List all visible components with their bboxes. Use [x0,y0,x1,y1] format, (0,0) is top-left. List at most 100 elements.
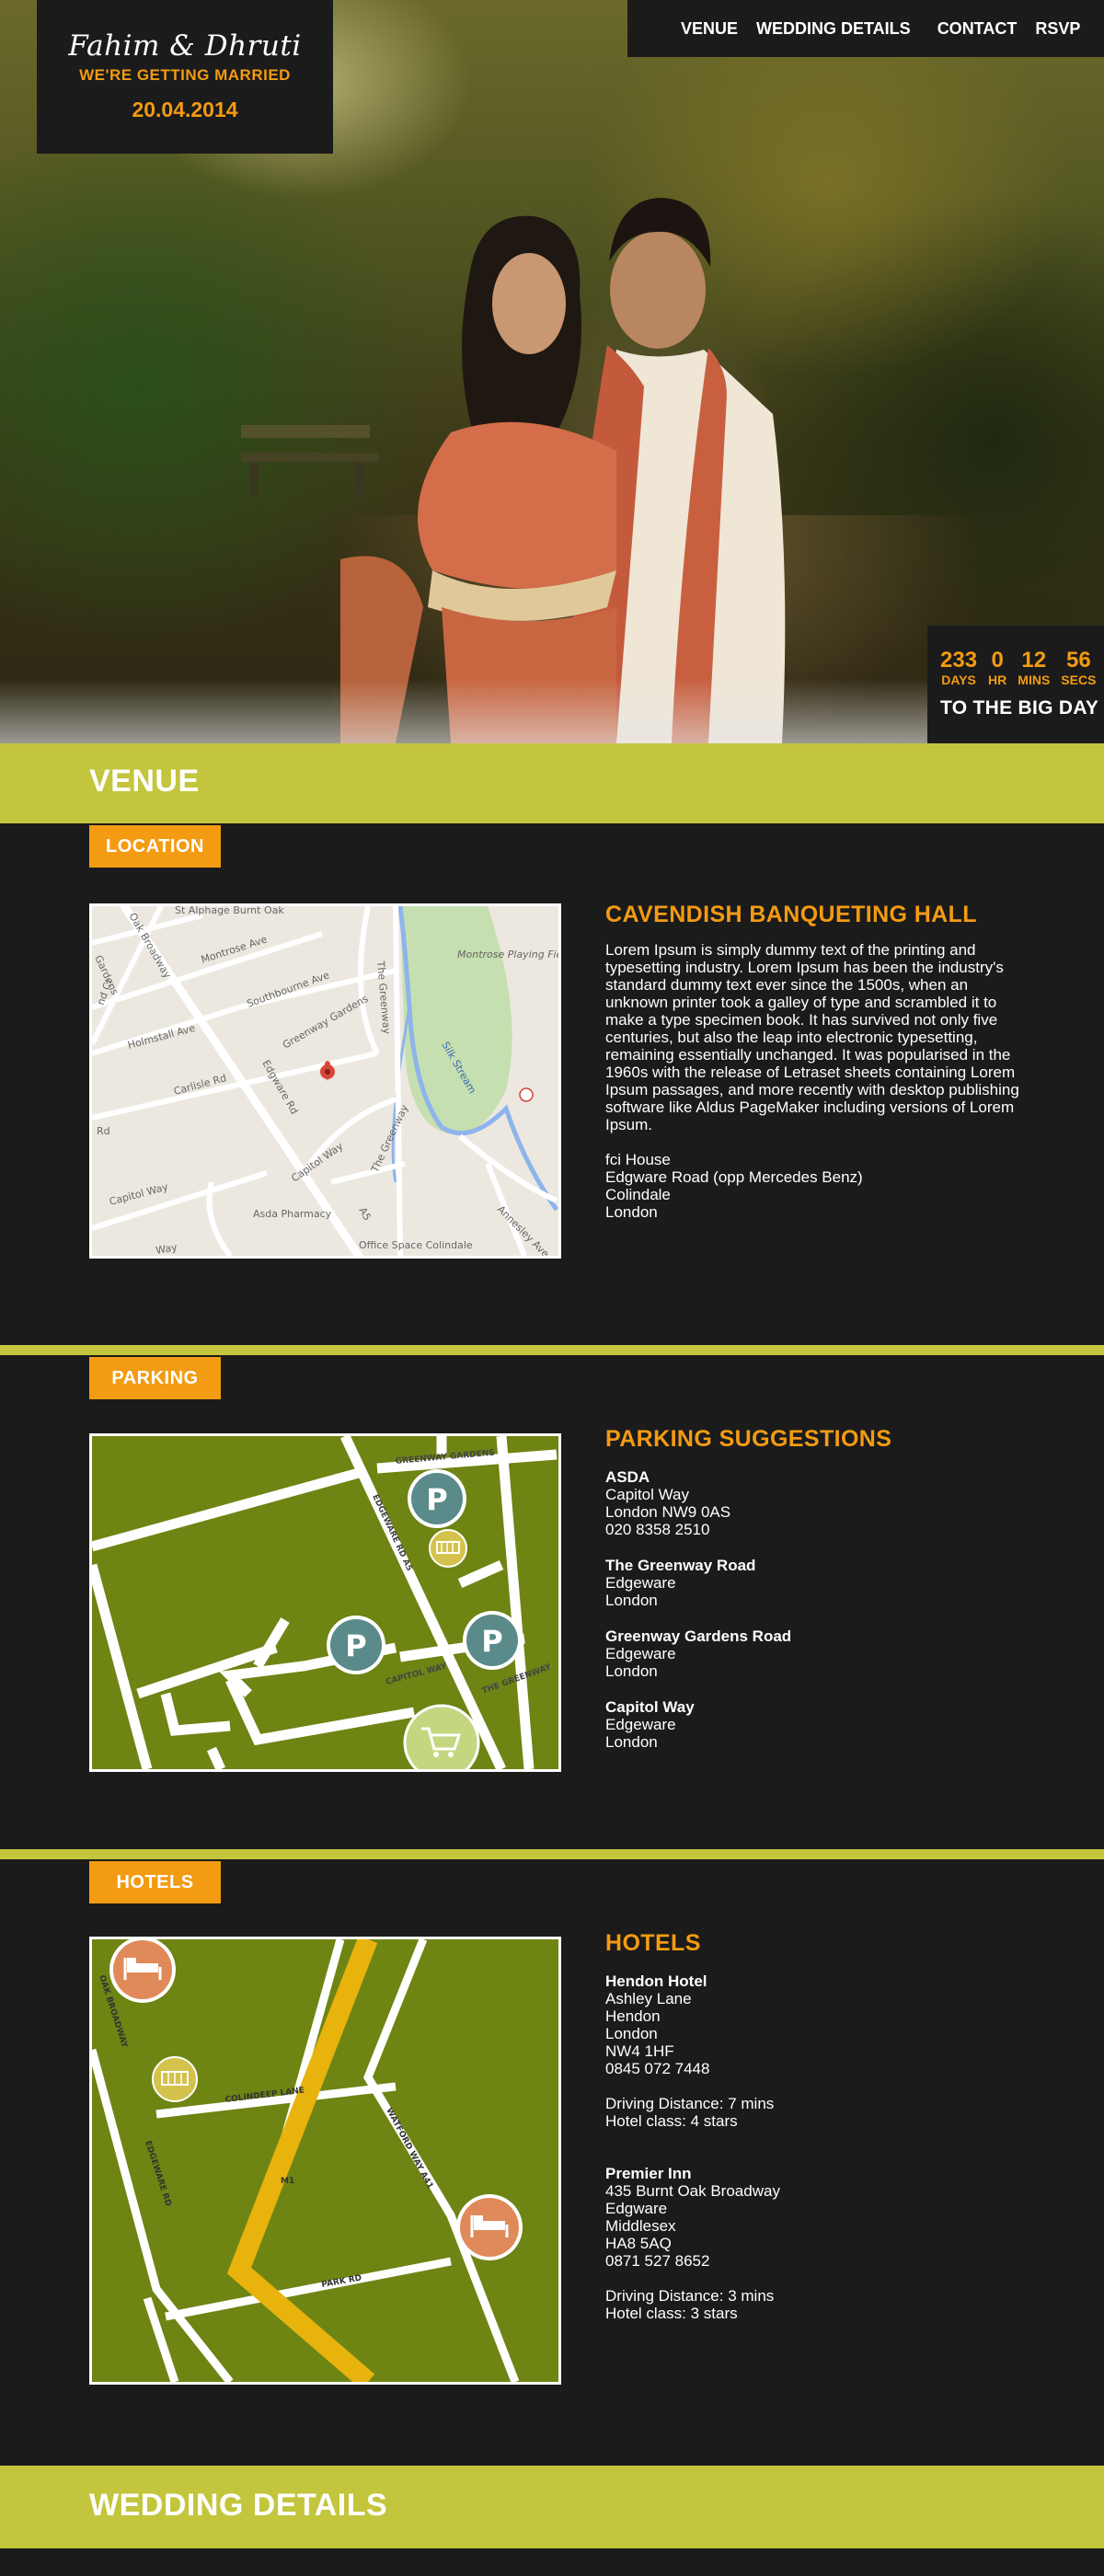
countdown: 233 DAYS 0 HR 12 MINS 56 SECS TO THE BIG… [927,626,1104,743]
location-map[interactable]: St Alphage Burnt Oak Oak Broadway Montro… [89,903,561,1259]
hotel-entry: Premier Inn 435 Burnt Oak Broadway Edgwa… [605,2165,1029,2322]
parking-tab[interactable]: PARKING [89,1357,221,1399]
wedding-date: 20.04.2014 [132,98,238,121]
parking-info: PARKING SUGGESTIONS ASDA Capitol Way Lon… [605,1426,1029,1751]
secs-label: SECS [1061,673,1097,687]
hotel-line: HA8 5AQ [605,2235,672,2252]
venue-description: Lorem Ipsum is simply dummy text of the … [605,941,1019,1133]
parking-entry-line: Capitol Way [605,1486,690,1503]
parking-entry: ASDA Capitol Way London NW9 0AS 020 8358… [605,1468,1029,1538]
hotel-class: Hotel class: 4 stars [605,2112,738,2130]
map-label-montrose-fields: Montrose Playing Fields [457,949,558,960]
parking-entry-line: London [605,1662,658,1680]
map-label-asda-pharmacy: Asda Pharmacy [253,1208,332,1220]
map-label-rd: Rd [97,1125,110,1137]
parking-entry: Greenway Gardens Road Edgeware London [605,1627,1029,1680]
days-value: 233 [940,648,978,673]
hotel-bed-icon[interactable] [456,2194,523,2260]
section-divider [0,1849,1104,1859]
venue-section-header: VENUE [0,743,1104,823]
parking-entry-name: Greenway Gardens Road [605,1627,792,1645]
address-line: fci House [605,1151,671,1168]
hours-label: HR [988,673,1007,687]
hotels-title: HOTELS [605,1930,701,1956]
hotel-line: Ashley Lane [605,1990,692,2007]
hotel-name: Premier Inn [605,2165,692,2182]
hours-value: 0 [991,648,1004,673]
hotel-line: London [605,2025,658,2042]
secs-value: 56 [1065,648,1091,673]
svg-text:P: P [426,1482,447,1517]
hotel-entry: Hendon Hotel Ashley Lane Hendon London N… [605,1972,1029,2130]
map-label-m1: M1 [281,2177,294,2186]
address-line: Edgware Road (opp Mercedes Benz) [605,1168,863,1186]
parking-map[interactable]: GREENWAY GARDENS EDGEWARE RD A5 CAPITOL … [89,1433,561,1772]
hotel-distance: Driving Distance: 3 mins [605,2287,775,2305]
parking-pin-2[interactable]: P [327,1616,385,1674]
parking-entry: The Greenway Road Edgeware London [605,1557,1029,1609]
hotel-class: Hotel class: 3 stars [605,2305,738,2322]
hotel-distance: Driving Distance: 7 mins [605,2095,775,2112]
shopping-cart-icon [403,1704,480,1769]
parking-entry-line: London [605,1592,658,1609]
parking-entry-line: Edgeware [605,1716,676,1733]
mins-value: 12 [1021,648,1047,673]
hotel-bed-icon[interactable] [109,1939,176,2003]
mins-label: MINS [1018,673,1051,687]
countdown-mins: 12 MINS [1018,650,1050,688]
parking-entry-name: ASDA [605,1468,650,1486]
tagline: WE'RE GETTING MARRIED [79,66,291,84]
location-tab[interactable]: LOCATION [89,825,221,868]
hotel-line: 0845 072 7448 [605,2060,710,2077]
svg-text:P: P [345,1628,366,1663]
parking-entry-name: Capitol Way [605,1698,695,1716]
countdown-secs: 56 SECS [1061,650,1096,688]
train-icon [152,2056,198,2102]
hotels-tab[interactable]: HOTELS [89,1861,221,1903]
parking-title: PARKING SUGGESTIONS [605,1426,892,1452]
countdown-days: 233 DAYS [940,650,977,688]
hotel-line: Edgware [605,2200,668,2217]
parking-entry: Capitol Way Edgeware London [605,1698,1029,1751]
main-nav: VENUE WEDDING DETAILS CONTACT RSVP [627,0,1104,57]
couple-names[interactable]: Fahim & Dhruti [37,29,333,63]
address-line: Colindale [605,1186,671,1203]
map-label-office-space: Office Space Colindale [359,1239,473,1251]
couple-photo [340,198,786,743]
hall-title: CAVENDISH BANQUETING HALL [605,902,977,927]
venue-address: fci House Edgware Road (opp Mercedes Ben… [605,1151,1029,1221]
hotels-info: HOTELS Hendon Hotel Ashley Lane Hendon L… [605,1930,1029,2322]
hotel-line: Hendon [605,2007,661,2025]
hotel-line: 0871 527 8652 [605,2252,710,2270]
hotels-map[interactable]: OAK BROADWAY EDGEWARE RD COLINDEEP LANE … [89,1937,561,2385]
svg-text:P: P [481,1624,502,1659]
nav-rsvp[interactable]: RSVP [1035,19,1080,39]
hotel-name: Hendon Hotel [605,1972,707,1990]
address-line: London [605,1203,658,1221]
venue-info: CAVENDISH BANQUETING HALL Lorem Ipsum is… [605,902,1029,1221]
brand-box: Fahim & Dhruti WE'RE GETTING MARRIED 20.… [37,0,333,154]
parking-entry-line: Edgeware [605,1574,676,1592]
hotel-line: Middlesex [605,2217,676,2235]
parking-pin-1[interactable]: P [408,1469,466,1528]
venue-title: VENUE [89,764,200,799]
parking-pin-3[interactable]: P [463,1611,522,1670]
train-icon [429,1529,467,1568]
wedding-details-section-header: WEDDING DETAILS [0,2466,1104,2548]
days-label: DAYS [941,673,976,687]
parking-entry-line: 020 8358 2510 [605,1521,710,1538]
parking-entry-line: London [605,1733,658,1751]
parking-entry-line: Edgeware [605,1645,676,1662]
map-label-st-alphage: St Alphage Burnt Oak [175,906,284,916]
parking-entry-name: The Greenway Road [605,1557,756,1574]
hotel-line: 435 Burnt Oak Broadway [605,2182,780,2200]
nav-wedding-details[interactable]: WEDDING DETAILS [756,19,911,39]
parking-entry-line: London NW9 0AS [605,1503,731,1521]
section-divider [0,1345,1104,1355]
nav-venue[interactable]: VENUE [681,19,738,39]
hotel-line: NW4 1HF [605,2042,674,2060]
nav-contact[interactable]: CONTACT [937,19,1018,39]
wedding-details-title: WEDDING DETAILS [89,2488,388,2523]
countdown-caption: TO THE BIG DAY [940,697,1099,719]
countdown-hours: 0 HR [988,650,1006,688]
